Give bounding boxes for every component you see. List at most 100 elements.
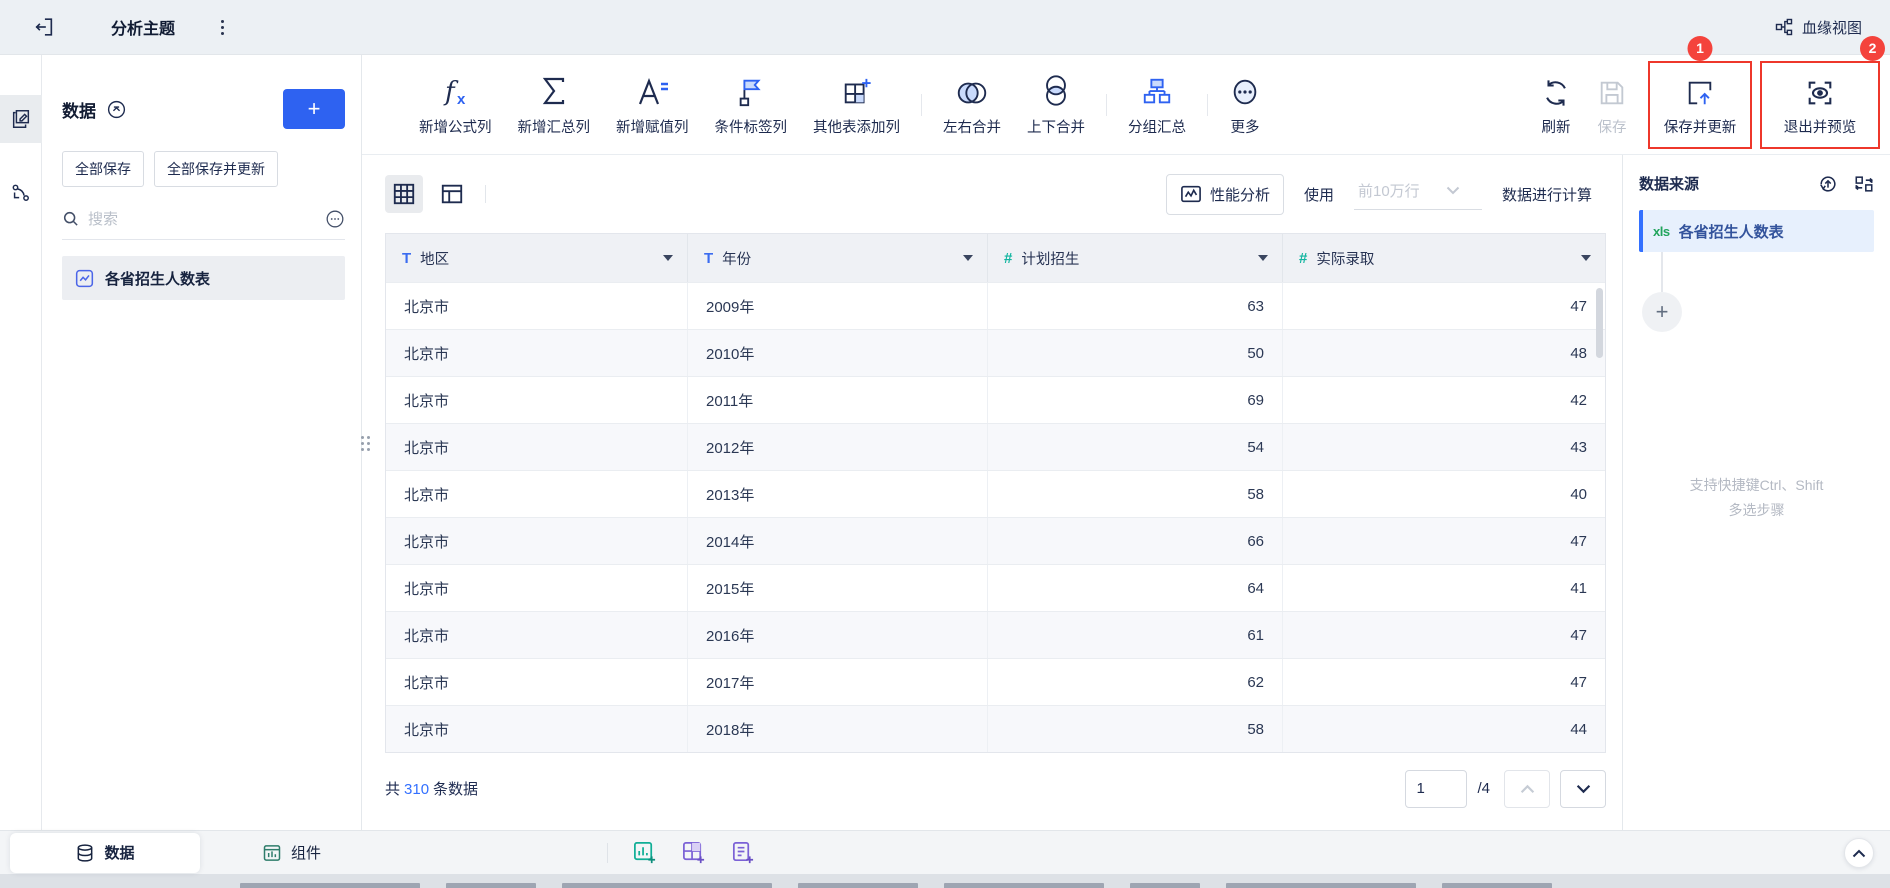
table-cell: 50 bbox=[988, 330, 1283, 376]
table-row[interactable]: 北京市 2012年 54 43 bbox=[386, 423, 1605, 470]
viewbar-divider bbox=[485, 185, 486, 203]
collapse-bottom-panel-button[interactable] bbox=[1844, 838, 1874, 868]
table-cell: 2017年 bbox=[688, 659, 988, 705]
top-bar: 分析主题 血缘视图 bbox=[0, 0, 1890, 55]
save-all-update-button[interactable]: 全部保存并更新 bbox=[154, 151, 278, 187]
table-header: T 地区 T 年份 # 计划招生 # 实际录取 bbox=[386, 234, 1605, 282]
other-table-add-column-button[interactable]: 其他表添加列 bbox=[800, 72, 913, 137]
column-label: 实际录取 bbox=[1316, 251, 1375, 268]
formula-fx-icon: f x bbox=[438, 72, 472, 108]
new-aggregate-column-button[interactable]: 新增汇总列 bbox=[505, 72, 604, 137]
table-cell: 66 bbox=[988, 518, 1283, 564]
panel-splitter-handle[interactable] bbox=[361, 436, 370, 451]
number-type-icon: # bbox=[1299, 249, 1308, 267]
table-cell: 北京市 bbox=[386, 518, 688, 564]
add-report-icon[interactable] bbox=[730, 840, 755, 865]
column-header-actual[interactable]: # 实际录取 bbox=[1283, 234, 1605, 282]
column-dropdown-caret[interactable] bbox=[1581, 255, 1591, 261]
previous-page-button[interactable] bbox=[1504, 769, 1550, 808]
group-summary-button[interactable]: 分组汇总 bbox=[1115, 72, 1199, 137]
table-cell: 北京市 bbox=[386, 659, 688, 705]
save-and-update-button[interactable]: 保存并更新 bbox=[1651, 72, 1750, 137]
performance-analysis-button[interactable]: 性能分析 bbox=[1165, 173, 1284, 215]
column-header-year[interactable]: T 年份 bbox=[688, 234, 988, 282]
preview-eye-icon bbox=[1805, 72, 1835, 108]
table-row[interactable]: 北京市 2018年 58 44 bbox=[386, 705, 1605, 752]
annotation-badge-2: 2 bbox=[1860, 35, 1885, 61]
table-row[interactable]: 北京市 2009年 63 47 bbox=[386, 282, 1605, 329]
table-row[interactable]: 北京市 2015年 64 41 bbox=[386, 564, 1605, 611]
new-formula-column-button[interactable]: f x 新增公式列 bbox=[406, 72, 505, 137]
new-assign-column-button[interactable]: 新增赋值列 bbox=[603, 72, 702, 137]
table-cell: 62 bbox=[988, 659, 1283, 705]
search-input[interactable] bbox=[88, 210, 317, 228]
venn-horizontal-icon bbox=[954, 72, 990, 108]
rail-edit-table-icon[interactable] bbox=[0, 95, 42, 143]
tab-component[interactable]: 组件 bbox=[236, 833, 347, 873]
save-all-button[interactable]: 全部保存 bbox=[62, 151, 144, 187]
title-menu-kebab-icon[interactable] bbox=[217, 16, 228, 39]
table-row[interactable]: 北京市 2017年 62 47 bbox=[386, 658, 1605, 705]
swap-steps-icon[interactable] bbox=[1854, 174, 1874, 194]
more-ellipsis-icon bbox=[1229, 72, 1261, 108]
chevron-up-icon bbox=[1852, 849, 1866, 857]
datasource-panel: 数据来源 xls 各省招生人数表 + 支持快捷键Ctrl、Shift 多选步骤 bbox=[1622, 155, 1890, 830]
add-dashboard-icon[interactable] bbox=[681, 840, 706, 865]
bottom-bar: 数据 组件 bbox=[0, 830, 1890, 874]
add-chart-icon[interactable] bbox=[632, 840, 657, 865]
column-dropdown-caret[interactable] bbox=[663, 255, 673, 261]
table-cell: 43 bbox=[1570, 438, 1587, 456]
rail-flow-icon[interactable] bbox=[0, 169, 42, 217]
page-number-input[interactable] bbox=[1405, 769, 1468, 808]
table-row[interactable]: 北京市 2011年 69 42 bbox=[386, 376, 1605, 423]
assign-a-icon bbox=[634, 72, 670, 108]
exit-icon[interactable] bbox=[33, 16, 55, 38]
column-dropdown-caret[interactable] bbox=[963, 255, 973, 261]
grid-view-toggle[interactable] bbox=[385, 175, 423, 213]
datasource-step-item[interactable]: xls 各省招生人数表 bbox=[1639, 210, 1874, 252]
table-row[interactable]: 北京市 2016年 61 47 bbox=[386, 611, 1605, 658]
table-row[interactable]: 北京市 2014年 66 47 bbox=[386, 517, 1605, 564]
table-cell: 47 bbox=[1570, 532, 1587, 550]
toolbar-divider bbox=[921, 93, 922, 116]
add-step-button[interactable]: + bbox=[1642, 292, 1682, 332]
use-label: 使用 bbox=[1303, 186, 1334, 204]
total-rows-count: 310 bbox=[404, 781, 430, 798]
add-dataset-button[interactable]: + bbox=[283, 89, 345, 129]
data-panel-title: 数据 bbox=[62, 101, 96, 121]
flag-icon bbox=[735, 72, 767, 108]
lineage-view-button[interactable]: 血缘视图 bbox=[1774, 17, 1862, 38]
update-data-icon[interactable] bbox=[1818, 174, 1838, 194]
column-header-planned[interactable]: # 计划招生 bbox=[988, 234, 1283, 282]
column-header-region[interactable]: T 地区 bbox=[386, 234, 688, 282]
dataset-list-item[interactable]: 各省招生人数表 bbox=[62, 256, 345, 300]
merge-left-right-button[interactable]: 左右合并 bbox=[930, 72, 1014, 137]
condition-tag-column-button[interactable]: 条件标签列 bbox=[702, 72, 801, 137]
row-limit-select[interactable]: 前10万行 bbox=[1353, 178, 1482, 210]
table-cell: 44 bbox=[1570, 720, 1587, 738]
search-more-icon[interactable] bbox=[325, 209, 345, 229]
save-button[interactable]: 保存 bbox=[1584, 72, 1640, 137]
more-button[interactable]: 更多 bbox=[1216, 72, 1274, 137]
table-row[interactable]: 北京市 2010年 50 48 bbox=[386, 329, 1605, 376]
table-row[interactable]: 北京市 2013年 58 40 bbox=[386, 470, 1605, 517]
column-dropdown-caret[interactable] bbox=[1258, 255, 1268, 261]
layout-view-toggle[interactable] bbox=[433, 175, 471, 213]
step-name: 各省招生人数表 bbox=[1678, 223, 1784, 241]
table-cell: 2011年 bbox=[688, 377, 988, 423]
tab-data[interactable]: 数据 bbox=[10, 832, 200, 873]
refresh-button[interactable]: 刷新 bbox=[1528, 72, 1584, 137]
text-type-icon: T bbox=[704, 249, 714, 267]
bottombar-divider bbox=[607, 842, 609, 863]
table-cell: 2010年 bbox=[688, 330, 988, 376]
next-page-button[interactable] bbox=[1560, 769, 1606, 808]
exit-and-preview-button[interactable]: 退出并预览 bbox=[1771, 72, 1870, 137]
table-cell: 61 bbox=[988, 612, 1283, 658]
table-area: 性能分析 使用 前10万行 数据进行计算 T 地区 T 年份 # 计划招生 # … bbox=[362, 155, 1622, 830]
vertical-scrollbar-thumb[interactable] bbox=[1596, 288, 1603, 358]
collapse-all-icon[interactable] bbox=[106, 99, 127, 120]
merge-top-bottom-button[interactable]: 上下合并 bbox=[1014, 72, 1098, 137]
table-cell: 54 bbox=[988, 424, 1283, 470]
performance-icon bbox=[1181, 185, 1201, 203]
text-type-icon: T bbox=[402, 249, 412, 267]
